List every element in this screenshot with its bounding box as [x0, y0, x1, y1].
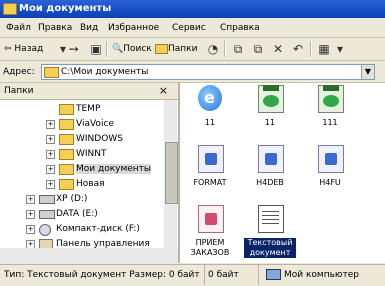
tree-item-label: TEMP — [76, 104, 101, 114]
computer-icon — [266, 269, 281, 280]
expand-icon[interactable]: + — [46, 180, 55, 189]
back-label: Назад — [14, 44, 44, 54]
window-title: Мои документы — [19, 3, 112, 14]
jpg-icon — [258, 85, 284, 113]
text-doc-icon — [258, 205, 284, 233]
ie-icon: e — [198, 85, 222, 111]
folders-pane-title: Папки — [4, 86, 34, 96]
file-name: H4DEB — [256, 178, 284, 187]
toolbar-separator — [310, 41, 312, 57]
expand-icon[interactable]: + — [46, 120, 55, 129]
address-dropdown-button[interactable]: ▼ — [361, 65, 374, 79]
scrollbar-thumb[interactable] — [165, 142, 178, 204]
copy-to-icon[interactable]: ⧉ — [250, 41, 266, 57]
doc-icon — [318, 145, 344, 173]
menu-favorites[interactable]: Избранное — [108, 23, 159, 33]
folders-pane-header: Папки × — [0, 83, 178, 100]
folder-icon — [59, 179, 74, 190]
toolbar-separator — [224, 41, 226, 57]
tree-item-label: Мои документы — [76, 164, 152, 174]
menu-help[interactable]: Справка — [220, 23, 260, 33]
move-to-icon[interactable]: ⧉ — [230, 41, 246, 57]
file-name: 11 — [204, 118, 216, 127]
file-name: ПРИЕМ ЗАКАЗОВ — [190, 238, 230, 257]
expand-icon[interactable]: + — [46, 165, 55, 174]
tree-item-label: Новая — [76, 179, 105, 189]
toolbar: ⇦ Назад ▾ ➙ ▣ 🔍Поиск Папки ◔ ⧉ ⧉ ✕ ↶ ▦ ▾ — [0, 38, 385, 61]
views-icon[interactable]: ▦ — [316, 41, 332, 57]
forward-icon[interactable]: ➙ — [66, 41, 82, 57]
folder-tree: TEMP + ViaVoice + WINDOWS + WINNT + Мои … — [0, 100, 164, 263]
folder-icon — [3, 3, 17, 15]
back-button[interactable]: ⇦ Назад — [4, 42, 43, 56]
delete-icon[interactable]: ✕ — [270, 41, 286, 57]
explorer-window: Мои документы Файл Правка Вид Избранное … — [0, 0, 385, 286]
folder-icon — [59, 149, 74, 160]
drive-icon — [39, 210, 55, 219]
folder-icon — [59, 134, 74, 145]
tree-item-label: WINDOWS — [76, 134, 123, 144]
expand-icon[interactable]: + — [46, 135, 55, 144]
file-name: 11 — [264, 118, 276, 127]
address-value: C:\Мои документы — [61, 67, 149, 77]
horizontal-scrollbar[interactable] — [0, 248, 178, 263]
close-icon[interactable]: × — [159, 84, 168, 97]
expand-icon[interactable]: + — [26, 210, 35, 219]
expand-icon[interactable]: + — [46, 150, 55, 159]
doc-icon — [258, 145, 284, 173]
search-button[interactable]: 🔍Поиск — [112, 42, 152, 56]
menu-bar: Файл Правка Вид Избранное Сервис Справка — [0, 19, 385, 38]
folder-icon — [59, 119, 74, 130]
address-bar: Адрес: C:\Мои документы ▼ — [0, 61, 385, 83]
tree-item-label: XP (D:) — [56, 194, 88, 204]
toolbar-separator — [106, 41, 108, 57]
folder-icon — [59, 104, 74, 115]
status-location-label: Мой компьютер — [284, 270, 359, 280]
tree-item-label: DATA (E:) — [56, 209, 98, 219]
folder-icon — [44, 67, 59, 78]
menu-view[interactable]: Вид — [80, 23, 98, 33]
file-name: FORMAT — [193, 178, 227, 187]
undo-icon[interactable]: ↶ — [290, 41, 306, 57]
expand-icon[interactable]: + — [26, 195, 35, 204]
file-name: H4FU — [319, 178, 341, 187]
menu-edit[interactable]: Правка — [38, 23, 72, 33]
up-folder-icon[interactable]: ▣ — [88, 41, 104, 57]
folder-icon — [59, 164, 74, 175]
address-label: Адрес: — [3, 67, 35, 77]
views-dropdown-icon[interactable]: ▾ — [332, 41, 348, 57]
cd-drive-icon — [39, 224, 51, 236]
folders-icon — [155, 43, 168, 54]
tree-item-label: ViaVoice — [76, 119, 114, 129]
tree-item-label: WINNT — [76, 149, 107, 159]
file-name: 111 — [322, 118, 338, 127]
doc-icon — [198, 145, 224, 173]
status-location: Мой компьютер — [266, 265, 381, 285]
title-bar[interactable]: Мои документы — [0, 0, 385, 18]
status-bar: Тип: Текстовый документ Размер: 0 байт 0… — [0, 264, 385, 286]
tree-item-label: Компакт-диск (F:) — [56, 224, 140, 234]
drive-icon — [39, 195, 55, 204]
folders-pane: Папки × TEMP + ViaVoice + WINDOWS + WINN… — [0, 83, 180, 263]
folders-label: Папки — [168, 44, 198, 54]
status-type: Тип: Текстовый документ Размер: 0 байт — [4, 265, 205, 285]
address-field[interactable]: C:\Мои документы ▼ — [41, 64, 375, 80]
file-view: e 11 11 111 FORMAT H4DEB H4FU ПРИЕМ ЗАКА… — [180, 83, 385, 263]
history-icon[interactable]: ◔ — [205, 41, 221, 57]
jpg-icon — [318, 85, 344, 113]
menu-tools[interactable]: Сервис — [172, 23, 206, 33]
status-size: 0 байт — [208, 265, 259, 285]
search-label: Поиск — [123, 44, 152, 54]
vertical-scrollbar[interactable] — [164, 100, 178, 248]
menu-file[interactable]: Файл — [6, 23, 31, 33]
file-name: Текстовый документ — [244, 238, 296, 258]
order-icon — [198, 205, 224, 233]
folders-button[interactable]: Папки — [155, 42, 197, 56]
expand-icon[interactable]: + — [26, 225, 35, 234]
